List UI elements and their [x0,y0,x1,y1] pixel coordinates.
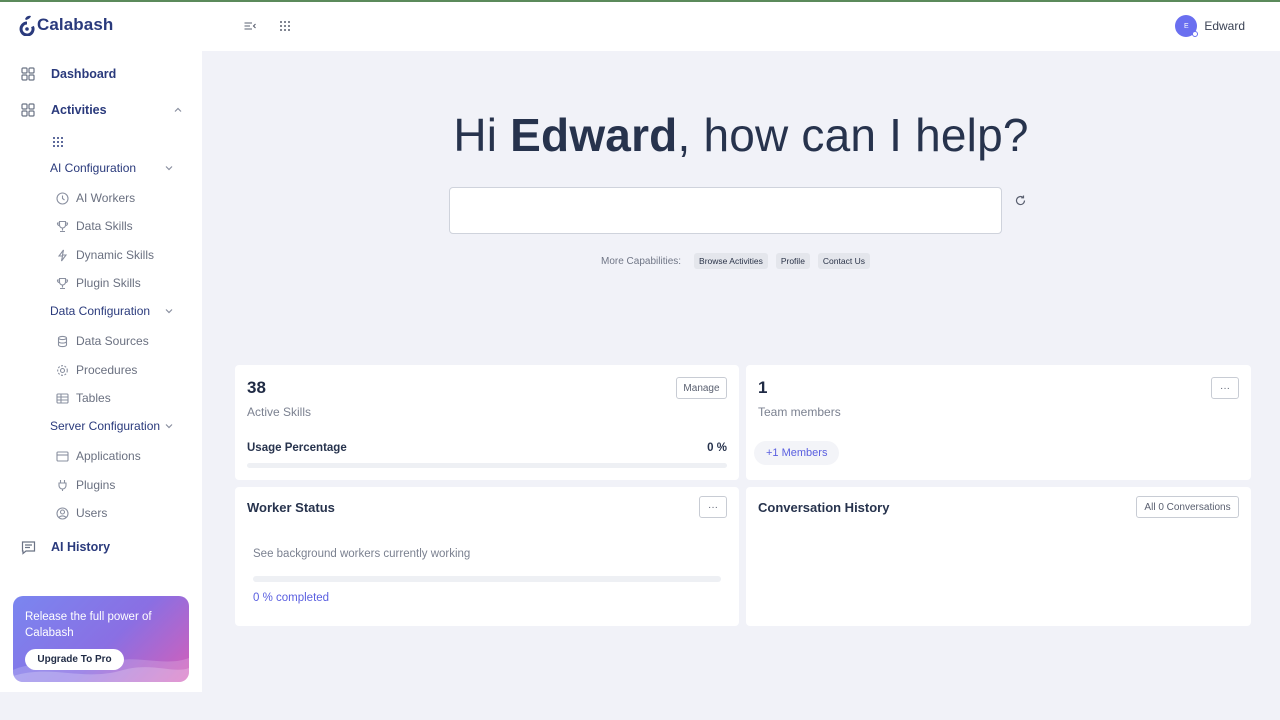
manage-button[interactable]: Manage [676,377,727,399]
worker-description: See background workers currently working [253,548,471,560]
collapse-menu-icon[interactable] [243,19,257,33]
plug-icon [56,479,69,492]
user-name: Edward [1204,19,1245,33]
sidebar-item-label: AI History [51,540,111,554]
sidebar-item-procedures[interactable]: Procedures [56,360,137,380]
worker-progress-text: 0 % completed [253,592,330,604]
refresh-icon[interactable] [1014,194,1027,207]
user-icon [56,506,69,520]
calabash-logo-icon [18,14,36,37]
sidebar-item-label: Plugin Skills [76,276,141,290]
worker-status-card: Worker Status ··· See background workers… [235,487,739,626]
group-label: Data Configuration [50,304,151,318]
gear-icon [56,364,69,377]
hero-greeting: Hi Edward, how can I help? [202,108,1280,162]
sidebar-item-dynamic-skills[interactable]: Dynamic Skills [56,245,154,265]
sidebar-item-label: Dashboard [51,67,117,81]
greeting-word: Hi [453,109,498,161]
group-label: Server Configuration [50,419,161,433]
sidebar-item-label: Data Sources [76,334,149,348]
worker-status-title: Worker Status [247,500,335,515]
worker-progress-bar [253,576,721,582]
sidebar-item-dashboard[interactable]: Dashboard [20,63,116,85]
sidebar-item-ai-history[interactable]: AI History [20,536,110,558]
sidebar-item-tables[interactable]: Tables [56,388,111,408]
usage-progress-bar [247,463,727,468]
grid-icon [20,102,36,118]
chevron-down-icon [164,421,174,431]
sidebar-item-applications[interactable]: Applications [56,446,141,466]
trophy-icon [56,277,69,290]
avatar: E [1175,15,1199,37]
sidebar-item-label: Activities [51,103,107,117]
brand[interactable]: Calabash [18,14,114,37]
skills-label: Active Skills [247,405,312,419]
window-icon [56,450,69,463]
sidebar-item-label: Users [76,506,108,520]
more-capabilities: More Capabilities: Browse Activities Pro… [601,253,878,269]
sidebar-item-label: AI Workers [76,191,136,205]
sidebar-item-label: Dynamic Skills [76,248,155,262]
sidebar-item-plugins[interactable]: Plugins [56,475,115,495]
skills-count: 38 [247,378,266,397]
user-menu[interactable]: E Edward [1175,15,1245,37]
greeting-rest: , how can I help? [677,109,1029,161]
members-button[interactable]: +1 Members [754,441,840,465]
sidebar-item-ai-workers[interactable]: AI Workers [56,188,135,208]
capabilities-label: More Capabilities: [601,255,682,267]
online-status-dot [1192,31,1199,37]
sidebar-group-data-configuration[interactable]: Data Configuration [50,301,174,321]
team-more-button[interactable]: ··· [1211,377,1239,399]
sidebar-item-plugin-skills[interactable]: Plugin Skills [56,273,141,293]
chat-icon [20,539,36,555]
sidebar-item-data-skills[interactable]: Data Skills [56,216,133,236]
greeting-name: Edward [510,109,678,161]
conversation-history-card: Conversation History All 0 Conversations [746,487,1251,626]
apps-grid-icon[interactable] [278,19,292,33]
apps-grid-icon[interactable] [52,135,64,147]
team-label: Team members [758,405,841,419]
grid-icon [20,66,36,82]
sidebar-item-label: Data Skills [76,219,133,233]
chevron-up-icon[interactable] [173,105,183,115]
usage-value: 0 % [707,442,727,454]
bolt-icon [56,249,69,262]
trophy-icon [56,220,69,233]
chip-contact-us[interactable]: Contact Us [817,253,870,269]
conversation-history-title: Conversation History [758,500,890,515]
chip-browse-activities[interactable]: Browse Activities [694,253,768,269]
sidebar-item-data-sources[interactable]: Data Sources [56,331,149,351]
sidebar-group-ai-configuration[interactable]: AI Configuration [50,158,174,178]
prompt-input[interactable] [449,187,1002,234]
sidebar-item-activities[interactable]: Activities [20,99,185,121]
sidebar: Calabash Dashboard Activities AI Configu… [0,2,202,692]
sidebar-group-server-configuration[interactable]: Server Configuration [50,416,174,436]
chevron-down-icon [164,163,174,173]
upgrade-promo-card: Release the full power of Calabash Upgra… [13,596,189,682]
usage-label: Usage Percentage [247,442,347,454]
chip-profile[interactable]: Profile [775,253,810,269]
active-skills-card: 38 Active Skills Manage Usage Percentage… [235,365,739,480]
group-label: AI Configuration [50,161,137,175]
team-members-card: 1 Team members ··· +1 Members [746,365,1251,480]
sidebar-item-label: Applications [76,449,141,463]
sidebar-item-label: Tables [76,391,111,405]
team-count: 1 [758,378,768,397]
sidebar-item-users[interactable]: Users [56,503,107,523]
chevron-down-icon [164,306,174,316]
top-header: E Edward [202,2,1280,51]
worker-more-button[interactable]: ··· [699,496,727,518]
sidebar-item-label: Procedures [76,363,138,377]
promo-text: Release the full power of Calabash [25,611,152,639]
database-icon [56,335,69,348]
table-icon [56,392,69,405]
clock-icon [56,191,69,205]
brand-name: Calabash [37,15,114,34]
avatar-initial: E [1183,22,1189,30]
all-conversations-button[interactable]: All 0 Conversations [1136,496,1239,518]
upgrade-button[interactable]: Upgrade To Pro [25,649,124,670]
sidebar-item-label: Plugins [76,478,116,492]
